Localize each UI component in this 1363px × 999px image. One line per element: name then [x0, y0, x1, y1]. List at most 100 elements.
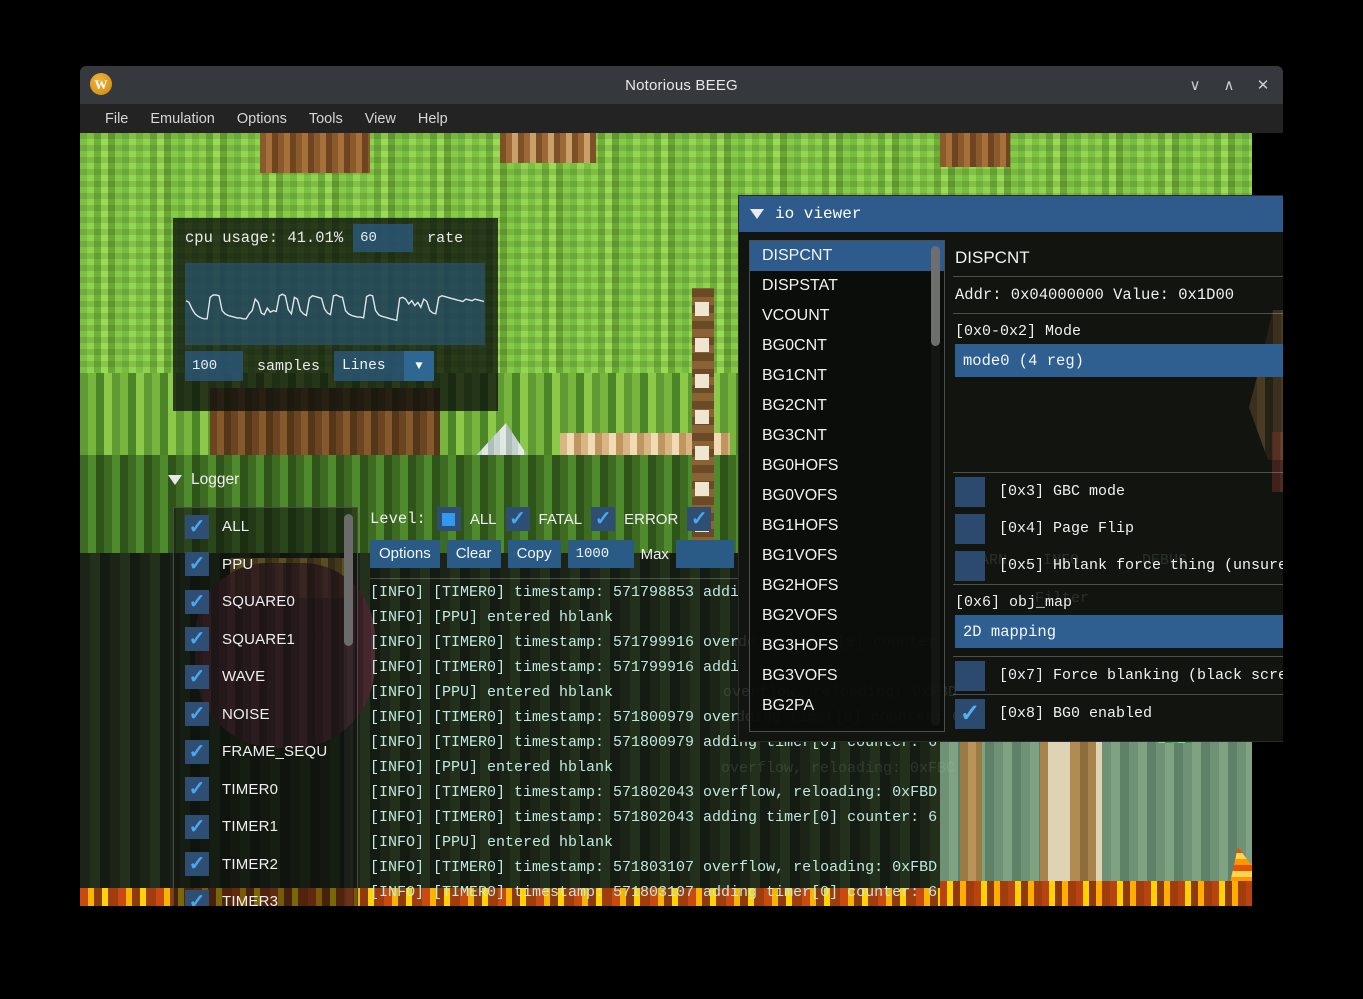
list-item[interactable]: ✓ TIMER3: [174, 883, 357, 906]
chevron-up-icon[interactable]: ∧: [1221, 78, 1237, 93]
list-item[interactable]: ✓ TIMER2: [174, 846, 357, 884]
register-item-bg2pa[interactable]: BG2PA: [750, 691, 944, 721]
level-checkbox-error[interactable]: ✓: [591, 507, 616, 531]
menu-item-help[interactable]: Help: [407, 107, 459, 131]
register-item-dispcnt[interactable]: DISPCNT: [750, 241, 944, 271]
menu-item-view[interactable]: View: [354, 107, 407, 131]
channel-checkbox[interactable]: ✓: [185, 702, 209, 727]
channel-checkbox[interactable]: ✓: [185, 589, 209, 614]
register-list[interactable]: DISPCNT DISPSTAT VCOUNT BG0CNT BG1CNT BG…: [749, 240, 945, 732]
chevron-down-icon[interactable]: ▼: [404, 351, 435, 381]
channel-label: NOISE: [222, 705, 270, 723]
list-item[interactable]: ✓ ALL: [174, 508, 357, 546]
bit-checkbox[interactable]: [955, 476, 985, 507]
copy-button[interactable]: Copy: [507, 540, 561, 568]
channel-label: TIMER0: [222, 780, 279, 798]
bit-row-force-blanking[interactable]: [0x7] Force blanking (black screen): [951, 657, 1283, 694]
channel-checkbox[interactable]: ✓: [185, 552, 209, 577]
list-item[interactable]: ✓ SQUARE1: [174, 621, 357, 659]
mode-select[interactable]: mode0 (4 reg) ▼: [955, 344, 1283, 377]
scene-dirt-block: [500, 133, 596, 163]
register-item-dispstat[interactable]: DISPSTAT: [750, 271, 944, 301]
list-item[interactable]: ✓ TIMER0: [174, 771, 357, 809]
list-item[interactable]: ✓ FRAME_SEQU: [174, 733, 357, 771]
scrollbar-vertical[interactable]: [931, 246, 940, 726]
log-line: [INFO] [PPU] entered hblank: [370, 834, 614, 851]
channel-checkbox[interactable]: ✓: [185, 852, 209, 877]
close-icon[interactable]: ✕: [1255, 78, 1271, 93]
channel-checkbox[interactable]: ✓: [185, 627, 209, 652]
bit-label: [0x5] Hblank force thing (unsure): [999, 557, 1283, 574]
channel-label: TIMER2: [222, 855, 279, 873]
bit-checkbox[interactable]: ✓: [955, 698, 985, 729]
channel-checkbox[interactable]: ✓: [185, 664, 209, 689]
menu-item-options[interactable]: Options: [226, 107, 298, 131]
plot-type-select[interactable]: Lines ▼: [334, 351, 435, 381]
list-item[interactable]: ✓ TIMER1: [174, 808, 357, 846]
menu-item-file[interactable]: File: [94, 107, 139, 131]
menu-item-tools[interactable]: Tools: [298, 107, 354, 131]
bit-checkbox[interactable]: [955, 660, 985, 691]
application-window: W Notorious BEEG ∨ ∧ ✕ File Emulation Op…: [80, 66, 1283, 906]
bit-checkbox[interactable]: [955, 550, 985, 581]
triangle-down-icon[interactable]: [750, 209, 764, 219]
menu-item-emulation[interactable]: Emulation: [139, 107, 225, 131]
samples-input[interactable]: 100: [185, 351, 243, 381]
log-line: [INFO] [TIMER0] timestamp: 571802043 ove…: [370, 784, 938, 801]
register-item-vcount[interactable]: VCOUNT: [750, 301, 944, 331]
register-item-bg3vofs[interactable]: BG3VOFS: [750, 661, 944, 691]
clear-button[interactable]: Clear: [446, 540, 501, 568]
max-lines-input[interactable]: 1000: [567, 540, 634, 568]
chevron-down-icon[interactable]: ∨: [1187, 78, 1203, 93]
channel-checkbox[interactable]: ✓: [185, 739, 209, 764]
bit-row-bg0-enabled[interactable]: ✓ [0x8] BG0 enabled: [951, 695, 1283, 732]
objmap-select[interactable]: 2D mapping ▼: [955, 615, 1283, 648]
bit-row-bg1-enabled[interactable]: [0x9] BG1 enabled: [951, 732, 1283, 734]
mode-field-label: [0x0-0x2] Mode: [955, 323, 1082, 340]
channel-checkbox[interactable]: ✓: [185, 514, 209, 539]
level-checkbox-fatal[interactable]: ✓: [505, 507, 530, 531]
scrollbar-vertical[interactable]: [344, 514, 353, 906]
screen: W Notorious BEEG ∨ ∧ ✕ File Emulation Op…: [0, 0, 1363, 999]
options-button[interactable]: Options: [370, 540, 440, 568]
scrollbar-thumb[interactable]: [931, 246, 940, 346]
channel-checkbox[interactable]: ✓: [185, 777, 209, 802]
register-item-bg0cnt[interactable]: BG0CNT: [750, 331, 944, 361]
list-item[interactable]: ✓ PPU: [174, 546, 357, 584]
list-item[interactable]: ✓ SQUARE0: [174, 583, 357, 621]
scrollbar-thumb[interactable]: [344, 514, 353, 646]
register-item-bg2hofs[interactable]: BG2HOFS: [750, 571, 944, 601]
register-item-bg2cnt[interactable]: BG2CNT: [750, 391, 944, 421]
register-detail-title: DISPCNT: [955, 248, 1030, 267]
window-titlebar: W Notorious BEEG ∨ ∧ ✕: [80, 66, 1283, 104]
register-item-bg0vofs[interactable]: BG0VOFS: [750, 481, 944, 511]
logger-channel-list[interactable]: ✓ ALL ✓ PPU ✓ SQUARE0 ✓ SQUARE1 ✓ WAVE ✓…: [173, 507, 358, 906]
list-item[interactable]: ✓ NOISE: [174, 696, 357, 734]
register-item-bg2vofs[interactable]: BG2VOFS: [750, 601, 944, 631]
io-viewer-titlebar[interactable]: io viewer ✕: [739, 196, 1283, 232]
list-item[interactable]: ✓ WAVE: [174, 658, 357, 696]
bit-checkbox[interactable]: [955, 513, 985, 544]
rate-input[interactable]: 60: [353, 224, 414, 252]
level-checkbox-all[interactable]: [436, 507, 461, 531]
register-item-bg3hofs[interactable]: BG3HOFS: [750, 631, 944, 661]
bit-label: [0x3] GBC mode: [999, 483, 1126, 500]
bit-row-gbc-mode[interactable]: [0x3] GBC mode: [951, 473, 1283, 510]
level-label: Level:: [370, 510, 426, 528]
channel-label: TIMER3: [222, 893, 279, 906]
channel-checkbox[interactable]: ✓: [185, 889, 209, 906]
register-item-bg3cnt[interactable]: BG3CNT: [750, 421, 944, 451]
max-extra-field[interactable]: [675, 540, 734, 568]
triangle-down-icon[interactable]: [168, 475, 182, 485]
bit-row-hblank-force[interactable]: [0x5] Hblank force thing (unsure): [951, 547, 1283, 584]
logger-header[interactable]: Logger: [168, 471, 239, 489]
register-item-bg1hofs[interactable]: BG1HOFS: [750, 511, 944, 541]
register-item-bg0hofs[interactable]: BG0HOFS: [750, 451, 944, 481]
register-item-bg1vofs[interactable]: BG1VOFS: [750, 541, 944, 571]
channel-label: PPU: [222, 555, 254, 573]
bit-row-page-flip[interactable]: [0x4] Page Flip: [951, 510, 1283, 547]
channel-checkbox[interactable]: ✓: [185, 814, 209, 839]
logger-title: Logger: [191, 471, 240, 488]
level-checkbox-warn[interactable]: ✓: [687, 507, 712, 531]
register-item-bg1cnt[interactable]: BG1CNT: [750, 361, 944, 391]
